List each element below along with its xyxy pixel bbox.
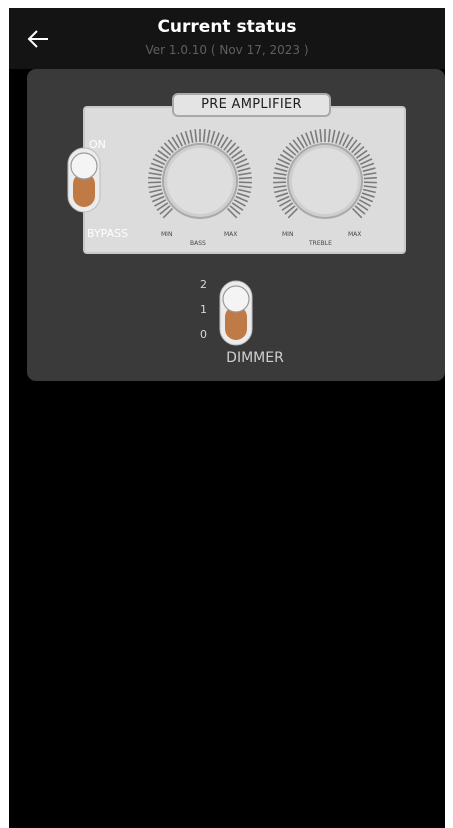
dimmer-level-1: 1 <box>200 303 207 316</box>
header-bar: Current status Ver 1.0.10 ( Nov 17, 2023… <box>9 8 445 69</box>
app-screen: Current status Ver 1.0.10 ( Nov 17, 2023… <box>9 8 445 828</box>
status-card: PRE AMPLIFIER MIN MAX BASS MIN MAX TREBL… <box>27 69 445 381</box>
bypass-label: BYPASS <box>87 227 129 240</box>
preamp-label: PRE AMPLIFIER <box>172 93 331 117</box>
page-title: Current status <box>157 17 297 37</box>
version-text: Ver 1.0.10 ( Nov 17, 2023 ) <box>145 43 309 57</box>
dimmer-label: DIMMER <box>226 350 284 366</box>
bypass-toggle[interactable] <box>67 147 101 213</box>
bass-label: BASS <box>190 240 206 247</box>
dimmer-toggle[interactable] <box>219 280 253 346</box>
bass-knob[interactable] <box>147 128 253 234</box>
treble-knob[interactable] <box>272 128 378 234</box>
treble-max-label: MAX <box>348 231 362 238</box>
dimmer-level-2: 2 <box>200 278 207 291</box>
bass-max-label: MAX <box>224 231 238 238</box>
bass-min-label: MIN <box>161 231 173 238</box>
treble-label: TREBLE <box>309 240 332 247</box>
dimmer-level-0: 0 <box>200 328 207 341</box>
treble-min-label: MIN <box>282 231 294 238</box>
